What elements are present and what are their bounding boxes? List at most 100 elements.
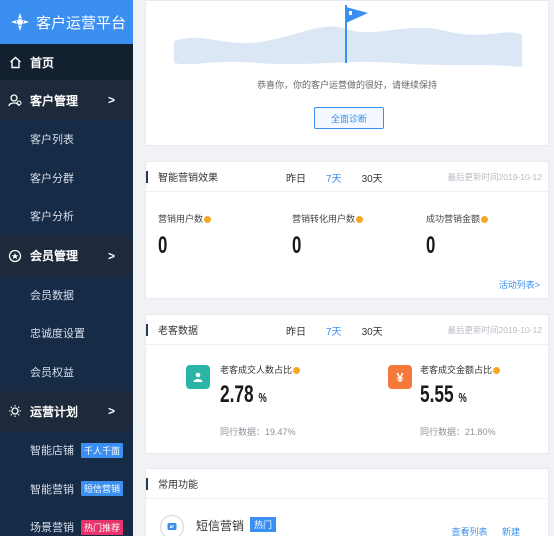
sidebar-item-customer-analysis[interactable]: 客户分析: [0, 197, 133, 236]
home-icon: [8, 55, 22, 69]
section-title: 智能营销效果: [158, 173, 218, 184]
sidebar-item-customer-list[interactable]: 客户列表: [0, 120, 133, 159]
marketing-effect-card: 智能营销效果 昨日 7天 30天 最后更新时间2019-10-12 营销用户数 …: [145, 161, 549, 299]
tab-yesterday[interactable]: 昨日: [286, 323, 306, 338]
metric-unit: %: [258, 390, 267, 405]
sidebar-item-loyalty-settings[interactable]: 忠诚度设置: [0, 314, 133, 353]
sidebar-item-member-benefits[interactable]: 会员权益: [0, 352, 133, 391]
chevron-right-icon: >: [107, 248, 115, 263]
metric-value: 2.78 %: [220, 381, 267, 409]
period-tabs: 昨日 7天 30天: [286, 162, 403, 192]
section-header: 老客数据 昨日 7天 30天 最后更新时间2019-10-12: [146, 315, 548, 345]
sidebar-item-label: 客户列表: [30, 134, 74, 147]
member-icon: [8, 249, 22, 263]
sidebar-item-label: 客户分群: [30, 172, 74, 185]
nav-home[interactable]: 首页: [0, 44, 133, 80]
metric-unit: %: [458, 390, 467, 405]
app-title: 客户运营平台: [36, 14, 127, 32]
diagnosis-message: 恭喜你，你的客户运营做的很好，请继续保持: [256, 80, 437, 90]
metric-value-number: 2.78: [220, 381, 254, 408]
peer-data: 同行数据：19.47%: [220, 427, 296, 437]
sidebar-badge: 千人千面: [81, 442, 124, 458]
metric-value: 0: [426, 232, 436, 259]
section-marker: [146, 323, 148, 336]
nav-group-customer[interactable]: 客户管理 >: [0, 80, 133, 120]
metric-value: 0: [158, 232, 168, 259]
activity-list-link[interactable]: 活动列表>: [499, 278, 540, 291]
sidebar: 客户运营平台 首页 客户管理 > 客户列表 客户分群 客户分析 会员管理 > 会…: [0, 0, 133, 536]
metric-value-number: 5.55: [420, 381, 454, 408]
sidebar-item-member-data[interactable]: 会员数据: [0, 275, 133, 314]
metric-label-text: 老客成交人数占比: [220, 365, 293, 375]
metric-label: 老客成交金额占比: [420, 363, 501, 376]
lightbulb-icon: [8, 404, 22, 418]
metric-label: 营销用户数: [158, 212, 212, 225]
metric-label-text: 营销用户数: [158, 214, 204, 224]
chevron-right-icon: >: [107, 404, 115, 418]
section-marker: [146, 477, 148, 490]
sidebar-item-label: 会员权益: [30, 366, 74, 379]
sidebar-item-scene-marketing[interactable]: 场景营销 热门推荐: [0, 508, 133, 536]
nav-group-member[interactable]: 会员管理 >: [0, 235, 133, 276]
last-updated: 最后更新时间2019-10-12: [447, 172, 542, 182]
info-icon[interactable]: [356, 216, 364, 224]
flag-illustration: [174, 5, 522, 67]
brand-header[interactable]: 客户运营平台: [0, 0, 133, 44]
logo-icon: [11, 13, 29, 31]
period-tabs: 昨日 7天 30天: [286, 315, 403, 345]
metric-label-text: 成功营销金额: [426, 214, 481, 224]
function-name: 短信营销: [196, 519, 245, 533]
sidebar-item-customer-groups[interactable]: 客户分群: [0, 158, 133, 197]
metric-label-text: 营销转化用户数: [292, 214, 356, 224]
peer-data: 同行数据：21.80%: [420, 427, 496, 437]
tab-7-days[interactable]: 7天: [326, 170, 342, 185]
nav-group-operations[interactable]: 运营计划 >: [0, 391, 133, 431]
sidebar-badge: 短信营销: [81, 481, 124, 497]
nav-home-label: 首页: [30, 55, 55, 70]
diagnosis-card: 恭喜你，你的客户运营做的很好，请继续保持 全面诊断: [145, 0, 549, 146]
section-title: 常用功能: [158, 480, 198, 491]
sidebar-item-smart-marketing[interactable]: 智能营销 短信营销: [0, 469, 133, 508]
chevron-right-icon: >: [107, 93, 115, 107]
tab-yesterday[interactable]: 昨日: [286, 170, 306, 185]
metric-value: 0: [292, 232, 302, 259]
sidebar-item-label: 会员数据: [30, 289, 74, 302]
old-customer-card: 老客数据 昨日 7天 30天 最后更新时间2019-10-12 老客成交人数占比…: [145, 314, 549, 454]
last-updated: 最后更新时间2019-10-12: [447, 325, 542, 335]
sidebar-item-label: 智能营销: [30, 483, 74, 496]
metric-label: 营销转化用户数: [292, 212, 364, 225]
metric-label: 成功营销金额: [426, 212, 489, 225]
sidebar-badge: 热门推荐: [81, 519, 124, 535]
sms-icon: [160, 515, 184, 536]
sidebar-item-label: 忠诚度设置: [30, 328, 85, 341]
sidebar-item-smart-store[interactable]: 智能店铺 千人千面: [0, 431, 133, 470]
metric-label-text: 老客成交金额占比: [420, 365, 493, 375]
info-icon[interactable]: [481, 216, 489, 224]
hot-badge: 热门: [250, 517, 277, 532]
info-icon[interactable]: [493, 367, 501, 375]
sidebar-item-label: 场景营销: [30, 522, 74, 535]
sidebar-item-label: 智能店铺: [30, 445, 74, 458]
create-link[interactable]: 新建: [502, 527, 520, 536]
section-title: 老客数据: [158, 326, 198, 337]
tab-30-days[interactable]: 30天: [362, 323, 383, 338]
info-icon[interactable]: [293, 367, 301, 375]
info-icon[interactable]: [204, 216, 212, 224]
metric-value: 5.55 %: [420, 381, 467, 409]
sidebar-item-label: 客户分析: [30, 211, 74, 224]
full-diagnosis-button[interactable]: 全面诊断: [314, 107, 384, 129]
metric-label: 老客成交人数占比: [220, 363, 301, 376]
section-marker: [146, 170, 148, 183]
customer-icon: [8, 93, 22, 107]
user-icon: [186, 365, 210, 389]
section-header: 智能营销效果 昨日 7天 30天 最后更新时间2019-10-12: [146, 162, 548, 192]
yen-icon: ¥: [388, 365, 412, 389]
function-links: 查看列表 新建: [439, 525, 520, 536]
tab-30-days[interactable]: 30天: [362, 170, 383, 185]
view-list-link[interactable]: 查看列表: [451, 527, 487, 536]
nav-group-label: 客户管理: [30, 93, 79, 108]
nav-group-label: 会员管理: [30, 249, 79, 263]
nav-group-label: 运营计划: [30, 404, 79, 419]
tab-7-days[interactable]: 7天: [326, 323, 342, 338]
common-functions-card: 常用功能 短信营销 热门 查看列表 新建: [145, 468, 549, 536]
